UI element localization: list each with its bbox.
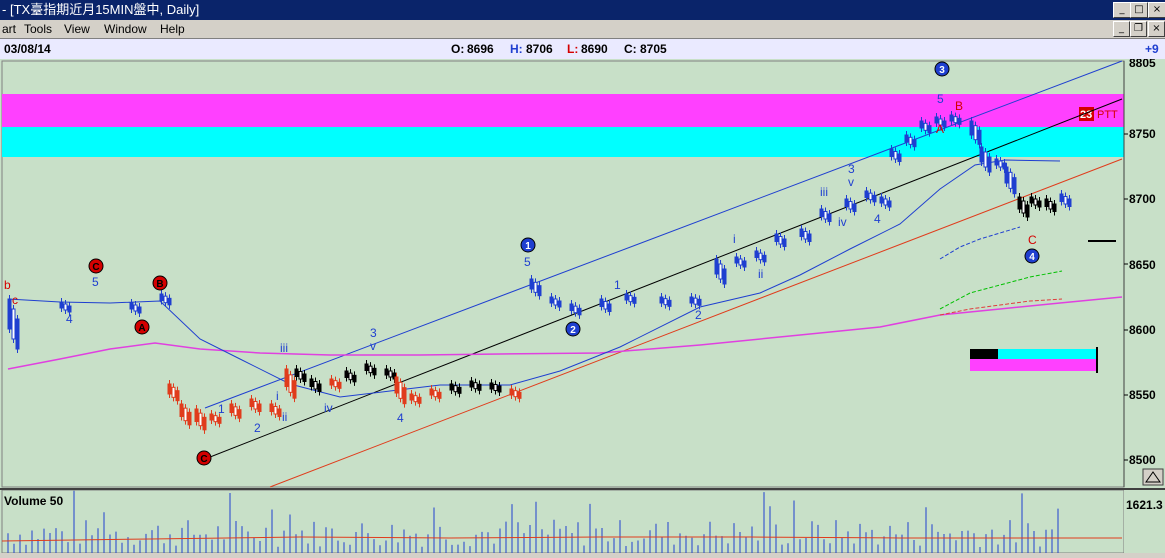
wave-label: iv (324, 401, 333, 415)
wave-label-B: B (955, 99, 963, 113)
menu-chart[interactable]: art (2, 22, 16, 36)
wave-circle-blue: 3 (934, 61, 950, 77)
indicator-label: PTT (1097, 109, 1118, 121)
wave-circle-red: C (196, 450, 212, 466)
price-axis[interactable] (1124, 61, 1165, 487)
wave-label: v (370, 339, 376, 353)
wave-label: iv (838, 215, 847, 229)
wave-label: 2 (254, 421, 261, 435)
svg-text:2: 2 (570, 325, 576, 336)
close-value: 8705 (640, 42, 667, 56)
svg-text:C: C (200, 454, 207, 465)
axis-tick-8700: 8700 (1129, 192, 1156, 206)
chart-area[interactable]: 8805 8750 8700 8650 8600 8550 8500 2 3 PT… (0, 56, 1165, 554)
menu-bar: art Tools View Window Help (0, 20, 1165, 38)
wave-label: ii (758, 267, 763, 281)
wave-circle-red: B (152, 275, 168, 291)
wave-circle-blue: 2 (565, 321, 581, 337)
window-maximize-button[interactable]: □ (1130, 2, 1148, 18)
wave-label: 4 (66, 312, 73, 326)
axis-tick-8750: 8750 (1129, 127, 1156, 141)
price-chart[interactable]: 8805 8750 8700 8650 8600 8550 8500 2 3 PT… (0, 56, 1165, 554)
change-value: +9 (1145, 42, 1159, 56)
wave-label: 3 (370, 326, 377, 340)
svg-text:3: 3 (939, 65, 945, 76)
wave-label: 4 (397, 411, 404, 425)
zone-marker-black (970, 349, 998, 359)
svg-text:1: 1 (525, 241, 531, 252)
wave-label: 5 (937, 92, 944, 106)
close-label: C: (624, 42, 637, 56)
wave-label: 2 (695, 308, 702, 322)
high-label: H: (510, 42, 523, 56)
menu-tools[interactable]: Tools (24, 22, 52, 36)
low-label: L: (567, 42, 579, 56)
axis-scroll-icon[interactable] (1142, 468, 1164, 486)
menu-window[interactable]: Window (104, 22, 147, 36)
wave-circle-blue: 4 (1024, 248, 1040, 264)
window-title: - [TX臺指期近月15MIN盤中, Daily] (2, 2, 200, 17)
wave-label: 1 (614, 278, 621, 292)
high-value: 8706 (526, 42, 553, 56)
window-close-button[interactable]: × (1148, 2, 1165, 18)
wave-label: i (276, 389, 279, 403)
wave-label: A (936, 122, 944, 136)
wave-label: v (848, 175, 854, 189)
wave-circle-blue: 1 (520, 237, 536, 253)
open-value: 8696 (467, 42, 494, 56)
wave-label: ii (282, 410, 287, 424)
bar-date: 03/08/14 (4, 42, 51, 56)
svg-text:B: B (156, 279, 163, 290)
wave-label: iii (820, 185, 828, 199)
wave-label: 1 (218, 402, 225, 416)
title-bar: - [TX臺指期近月15MIN盤中, Daily] _ □ × (0, 0, 1165, 20)
zone-marker-cyan (998, 349, 1098, 359)
doc-minimize-button[interactable]: _ (1113, 21, 1130, 37)
wave-label: 4 (874, 212, 881, 226)
svg-text:A: A (138, 323, 145, 334)
wave-label: b (4, 278, 11, 292)
cyan-resistance-zone (2, 127, 1124, 157)
open-label: O: (451, 42, 465, 56)
wave-label: iii (280, 341, 288, 355)
svg-text:4: 4 (1029, 252, 1035, 263)
zone-marker-magenta (970, 359, 1098, 371)
volume-label: Volume 50 (4, 494, 63, 508)
menu-view[interactable]: View (64, 22, 90, 36)
wave-label: C (1028, 233, 1037, 247)
doc-restore-button[interactable]: ❐ (1130, 21, 1147, 37)
axis-tick-8650: 8650 (1129, 258, 1156, 272)
volume-value: 1621.3 (1126, 498, 1163, 512)
axis-tick-8550: 8550 (1129, 388, 1156, 402)
doc-close-button[interactable]: × (1148, 21, 1165, 37)
wave-label: i (733, 232, 736, 246)
wave-circle-red: C (88, 258, 104, 274)
window-minimize-button[interactable]: _ (1113, 2, 1131, 18)
low-value: 8690 (581, 42, 608, 56)
axis-tick-8500: 8500 (1129, 453, 1156, 467)
ohlc-info-bar: 03/08/14 O: 8696 H: 8706 L: 8690 C: 8705… (0, 38, 1165, 60)
wave-label: 3 (848, 162, 855, 176)
wave-label: 5 (524, 255, 531, 269)
svg-text:C: C (92, 262, 99, 273)
wave-label: 5 (92, 275, 99, 289)
wave-label: c (12, 293, 18, 307)
axis-tick-8600: 8600 (1129, 323, 1156, 337)
menu-help[interactable]: Help (160, 22, 185, 36)
axis-tick-top: 8805 (1129, 59, 1156, 70)
wave-circle-red: A (134, 319, 150, 335)
